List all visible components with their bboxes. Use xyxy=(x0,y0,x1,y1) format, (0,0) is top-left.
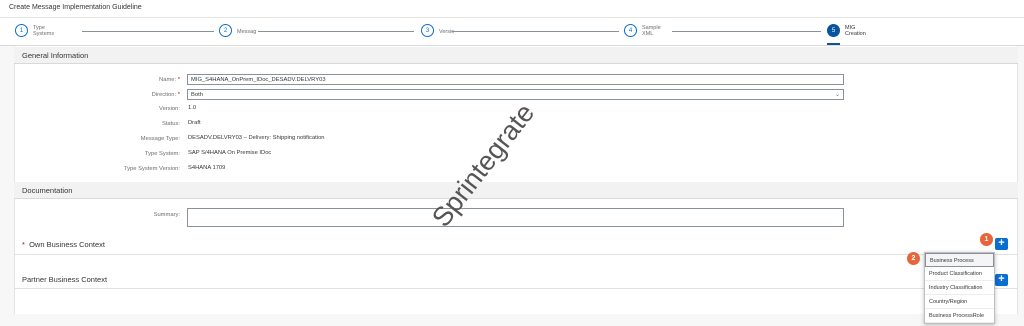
type-system-version-value: S4HANA 1709 xyxy=(188,165,226,171)
step-number: 5 xyxy=(827,24,840,37)
step-label: Versic xyxy=(439,28,454,35)
wizard-connector xyxy=(672,31,821,32)
type-system-label: Type System: xyxy=(144,151,180,157)
section-title: Documentation xyxy=(22,186,73,195)
menu-item-industry-classification[interactable]: Industry Classification xyxy=(925,281,994,295)
callout-badge-1: 1 xyxy=(980,233,993,246)
section-title: General Information xyxy=(22,51,89,60)
divider xyxy=(14,288,1018,289)
version-value: 1.0 xyxy=(188,105,197,111)
name-label: Name: * xyxy=(159,77,180,83)
step-number: 1 xyxy=(15,24,28,37)
window-title: Create Message Implementation Guideline xyxy=(9,4,142,11)
wizard-step-message[interactable]: 2 Messag xyxy=(219,24,277,37)
active-step-indicator xyxy=(827,43,840,45)
step-label: Messag xyxy=(237,28,257,35)
step-label: Type Systems xyxy=(33,24,55,37)
summary-label: Summary: xyxy=(153,212,180,218)
status-value: Draft xyxy=(188,120,201,126)
window-title-bar: Create Message Implementation Guideline xyxy=(0,0,1024,18)
type-system-value: SAP S/4HANA On Premise IDoc xyxy=(188,150,272,156)
wizard-step-mig-creation[interactable]: 5 MIG Creation xyxy=(827,24,885,37)
divider xyxy=(14,254,1018,255)
add-own-context-button[interactable]: + xyxy=(995,238,1008,250)
add-context-menu: Business Process Product Classification … xyxy=(924,252,995,324)
message-type-value: DESADV.DELVRY03 – Delivery: Shipping not… xyxy=(188,135,325,141)
menu-item-business-process[interactable]: Business Process xyxy=(925,253,994,267)
summary-textarea[interactable] xyxy=(187,208,844,227)
step-number: 4 xyxy=(624,24,637,37)
direction-value: Both xyxy=(191,91,203,98)
menu-item-business-process-role[interactable]: Business ProcessRole xyxy=(925,309,994,323)
own-business-context-title: * Own Business Context xyxy=(22,240,105,249)
name-input[interactable]: MIG_S4HANA_OnPrem_IDoc_DESADV.DELVRY03 xyxy=(187,74,844,85)
step-label: MIG Creation xyxy=(845,24,866,37)
chevron-down-icon[interactable]: ⌄ xyxy=(835,91,840,98)
wizard-step-version[interactable]: 3 Versic xyxy=(421,24,479,37)
wizard-step-type-systems[interactable]: 1 Type Systems xyxy=(15,24,73,37)
wizard-progress-bar: 1 Type Systems 2 Messag 3 Versic 4 Sampl… xyxy=(0,18,1024,46)
step-number: 3 xyxy=(421,24,434,37)
direction-label: Direction: * xyxy=(151,92,180,98)
general-info-section-header: General Information xyxy=(14,47,1018,64)
wizard-connector xyxy=(82,31,214,32)
type-system-version-label: Type System Version: xyxy=(123,166,180,172)
add-partner-context-button[interactable]: + xyxy=(995,274,1008,286)
step-number: 2 xyxy=(219,24,232,37)
main-panel xyxy=(14,46,1018,314)
status-label: Status: xyxy=(161,121,180,127)
wizard-connector xyxy=(258,31,414,32)
callout-badge-2: 2 xyxy=(907,252,920,265)
menu-item-country-region[interactable]: Country/Region xyxy=(925,295,994,309)
documentation-section-header: Documentation xyxy=(14,182,1018,199)
version-label: Version: xyxy=(159,106,180,112)
step-label: Sample XML xyxy=(642,24,661,37)
menu-item-product-classification[interactable]: Product Classification xyxy=(925,267,994,281)
partner-business-context-title: Partner Business Context xyxy=(22,275,108,284)
message-type-label: Message Type: xyxy=(140,136,180,142)
wizard-step-sample-xml[interactable]: 4 Sample XML xyxy=(624,24,682,37)
